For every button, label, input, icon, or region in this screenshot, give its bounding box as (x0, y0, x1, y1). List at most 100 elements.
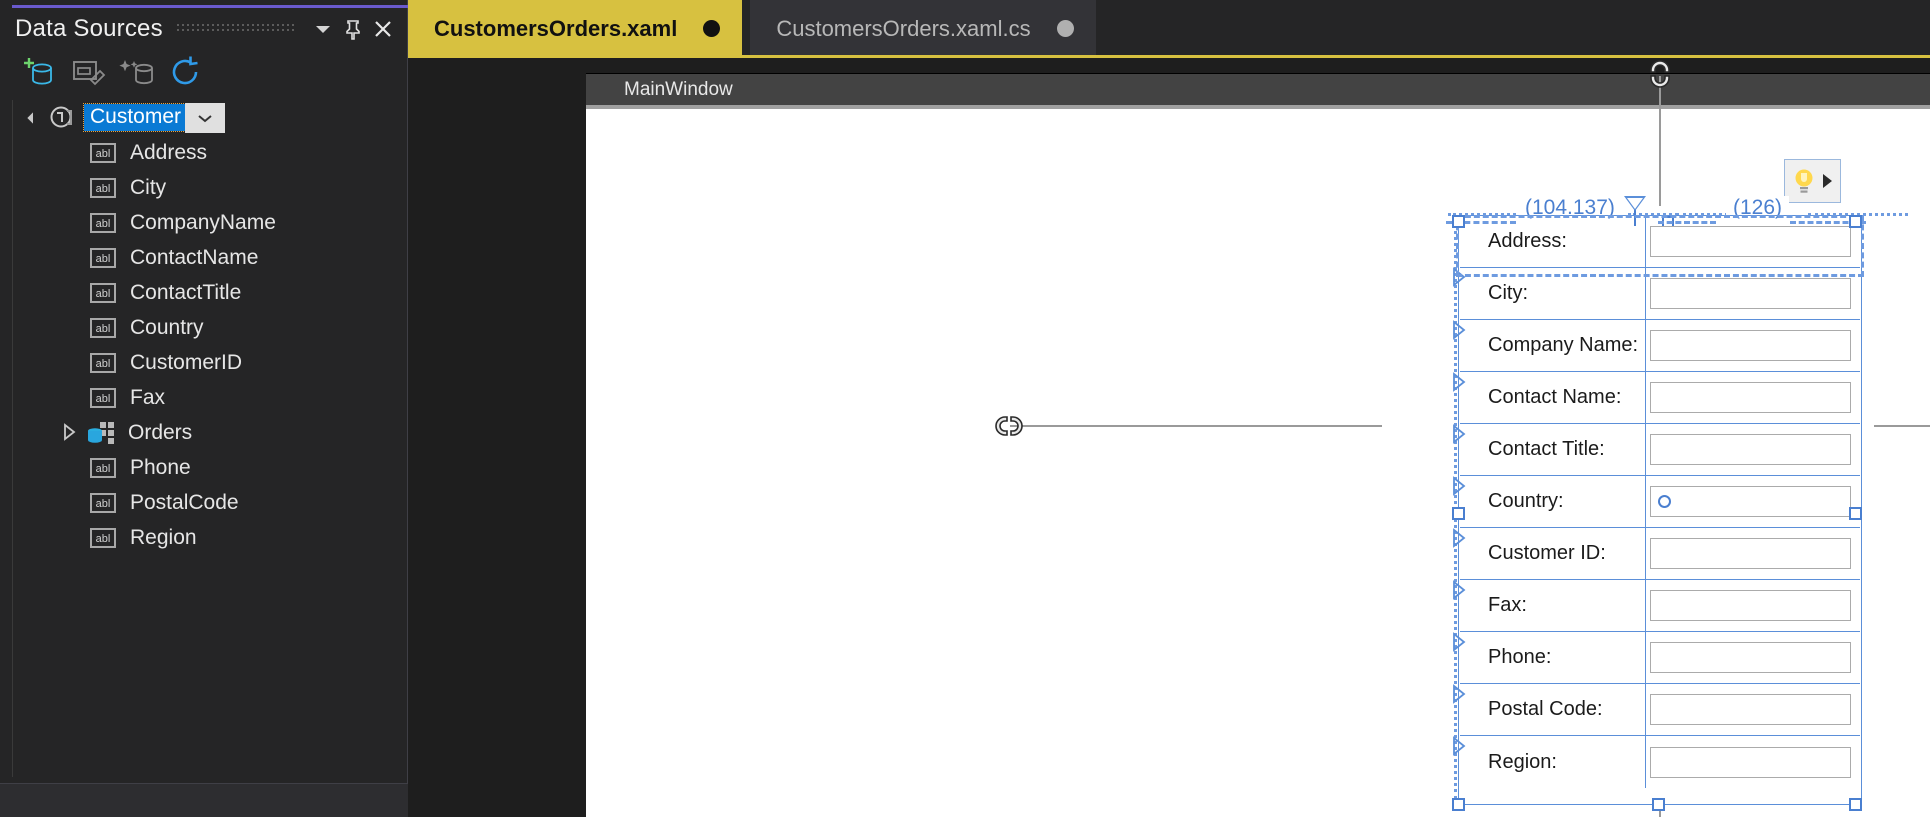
tree-node-label: Address (130, 140, 208, 164)
tree-node-label: Region (130, 525, 197, 549)
tree-node-orders[interactable]: Orders (0, 415, 408, 450)
tree-node-contacttitle[interactable]: abl ContactTitle (0, 275, 408, 310)
tree-node-label: CompanyName (130, 210, 276, 234)
data-sources-toolbar (0, 52, 408, 94)
refresh-icon[interactable] (167, 55, 207, 91)
form-row-country[interactable]: Country: (1460, 476, 1860, 528)
field-label-cell: Region: (1460, 736, 1646, 788)
tree-node-customer[interactable]: Customer (0, 100, 408, 135)
tree-node-city[interactable]: abl City (0, 170, 408, 205)
object-data-source-icon (48, 105, 82, 131)
tree-node-customerid[interactable]: abl CustomerID (0, 345, 408, 380)
tree-node-companyname[interactable]: abl CompanyName (0, 205, 408, 240)
xaml-designer-canvas[interactable]: MainWindow (104.137) (126) Address: City… (408, 58, 1930, 817)
tree-node-phone[interactable]: abl Phone (0, 450, 408, 485)
tab-customersorders-xaml-cs[interactable]: CustomersOrders.xaml.cs (750, 0, 1096, 57)
form-row-contact-name[interactable]: Contact Name: (1460, 372, 1860, 424)
expand-arrow-icon (1823, 174, 1832, 188)
tree-node-postalcode[interactable]: abl PostalCode (0, 485, 408, 520)
form-row-postal-code[interactable]: Postal Code: (1460, 684, 1860, 736)
anchor-left-icon[interactable] (994, 413, 1024, 439)
measure-triangle-marker (1624, 196, 1646, 211)
chevron-down-icon[interactable] (308, 14, 338, 44)
abl-string-field-icon: abl (88, 350, 122, 376)
tree-node-label: City (130, 175, 167, 199)
form-row-customer-id[interactable]: Customer ID: (1460, 528, 1860, 580)
tree-node-contactname[interactable]: abl ContactName (0, 240, 408, 275)
svg-text:abl: abl (96, 463, 111, 475)
tab-customersorders-xaml[interactable]: CustomersOrders.xaml (408, 0, 743, 57)
form-row-address[interactable]: Address: (1460, 216, 1860, 268)
edit-dataset-with-designer-icon[interactable] (69, 55, 109, 91)
tree-node-label: ContactName (130, 245, 259, 269)
row-splitter-arrow[interactable] (1438, 424, 1466, 444)
address-textbox[interactable] (1650, 226, 1851, 257)
pin-icon[interactable] (338, 14, 368, 44)
fax-textbox[interactable] (1650, 590, 1851, 621)
tree-node-label: ContactTitle (130, 280, 242, 304)
form-row-city[interactable]: City: (1460, 268, 1860, 320)
form-row-phone[interactable]: Phone: (1460, 632, 1860, 684)
row-splitter-arrow[interactable] (1438, 528, 1466, 548)
svg-text:abl: abl (96, 288, 111, 300)
resize-handle-top-right[interactable] (1849, 215, 1862, 228)
contact-name-textbox[interactable] (1650, 382, 1851, 413)
tree-node-fax[interactable]: abl Fax (0, 380, 408, 415)
field-input-cell (1646, 372, 1860, 423)
row-splitter-arrow[interactable] (1438, 684, 1466, 704)
data-sources-panel: Data Sources Customer abl Address abl Ci… (0, 0, 408, 817)
close-icon[interactable] (368, 14, 398, 44)
tree-node-address[interactable]: abl Address (0, 135, 408, 170)
postal-code-textbox[interactable] (1650, 694, 1851, 725)
form-row-company-name[interactable]: Company Name: (1460, 320, 1860, 372)
svg-text:abl: abl (96, 498, 111, 510)
resize-handle-middle-left[interactable] (1452, 507, 1465, 520)
field-label: Address: (1488, 230, 1567, 252)
add-new-data-source-icon[interactable] (20, 55, 60, 91)
contact-title-textbox[interactable] (1650, 434, 1851, 465)
tree-node-label-wrap: Customer (82, 103, 187, 132)
row-splitter-arrow[interactable] (1438, 476, 1466, 496)
data-source-dropdown-button[interactable] (185, 102, 226, 133)
tree-node-region[interactable]: abl Region (0, 520, 408, 555)
data-sources-titlebar: Data Sources (0, 8, 408, 50)
customer-details-form[interactable]: Address: City: Company Name: Contact Nam… (1460, 216, 1860, 804)
row-splitter-arrow[interactable] (1438, 372, 1466, 392)
expander-collapse-icon[interactable] (24, 107, 46, 129)
resize-handle-bottom-center[interactable] (1652, 798, 1665, 811)
field-input-cell (1646, 684, 1860, 735)
field-input-cell (1646, 216, 1860, 267)
row-splitter-arrow[interactable] (1438, 632, 1466, 652)
resize-handle-bottom-left[interactable] (1452, 798, 1465, 811)
phone-textbox[interactable] (1650, 642, 1851, 673)
company-name-textbox[interactable] (1650, 330, 1851, 361)
tree-node-label: Phone (130, 455, 191, 479)
resize-handle-top-left[interactable] (1452, 215, 1465, 228)
form-row-fax[interactable]: Fax: (1460, 580, 1860, 632)
tree-node-country[interactable]: abl Country (0, 310, 408, 345)
resize-handle-middle-right[interactable] (1849, 507, 1862, 520)
field-label: Fax: (1488, 594, 1527, 616)
field-label: Phone: (1488, 646, 1552, 668)
add-new-object-data-source-icon[interactable] (118, 55, 158, 91)
row-splitter-arrow[interactable] (1438, 320, 1466, 340)
tree-node-label: Fax (130, 385, 166, 409)
drag-gripper[interactable] (176, 24, 296, 34)
field-input-cell (1646, 528, 1860, 579)
customer-id-textbox[interactable] (1650, 538, 1851, 569)
row-splitter-arrow[interactable] (1438, 580, 1466, 600)
field-label-cell: Company Name: (1460, 320, 1646, 371)
abl-string-field-icon: abl (88, 175, 122, 201)
anchor-top-icon[interactable] (1647, 59, 1673, 89)
row-splitter-arrow[interactable] (1438, 267, 1466, 287)
expander-expand-icon[interactable] (60, 422, 82, 444)
row-splitter-arrow[interactable] (1438, 736, 1466, 756)
design-window-title-separator (586, 105, 1930, 109)
form-row-region[interactable]: Region: (1460, 736, 1860, 788)
country-textbox[interactable] (1650, 486, 1851, 517)
form-row-contact-title[interactable]: Contact Title: (1460, 424, 1860, 476)
field-label-cell: Country: (1460, 476, 1646, 527)
region-textbox[interactable] (1650, 746, 1851, 778)
city-textbox[interactable] (1650, 278, 1851, 309)
resize-handle-bottom-right[interactable] (1849, 798, 1862, 811)
